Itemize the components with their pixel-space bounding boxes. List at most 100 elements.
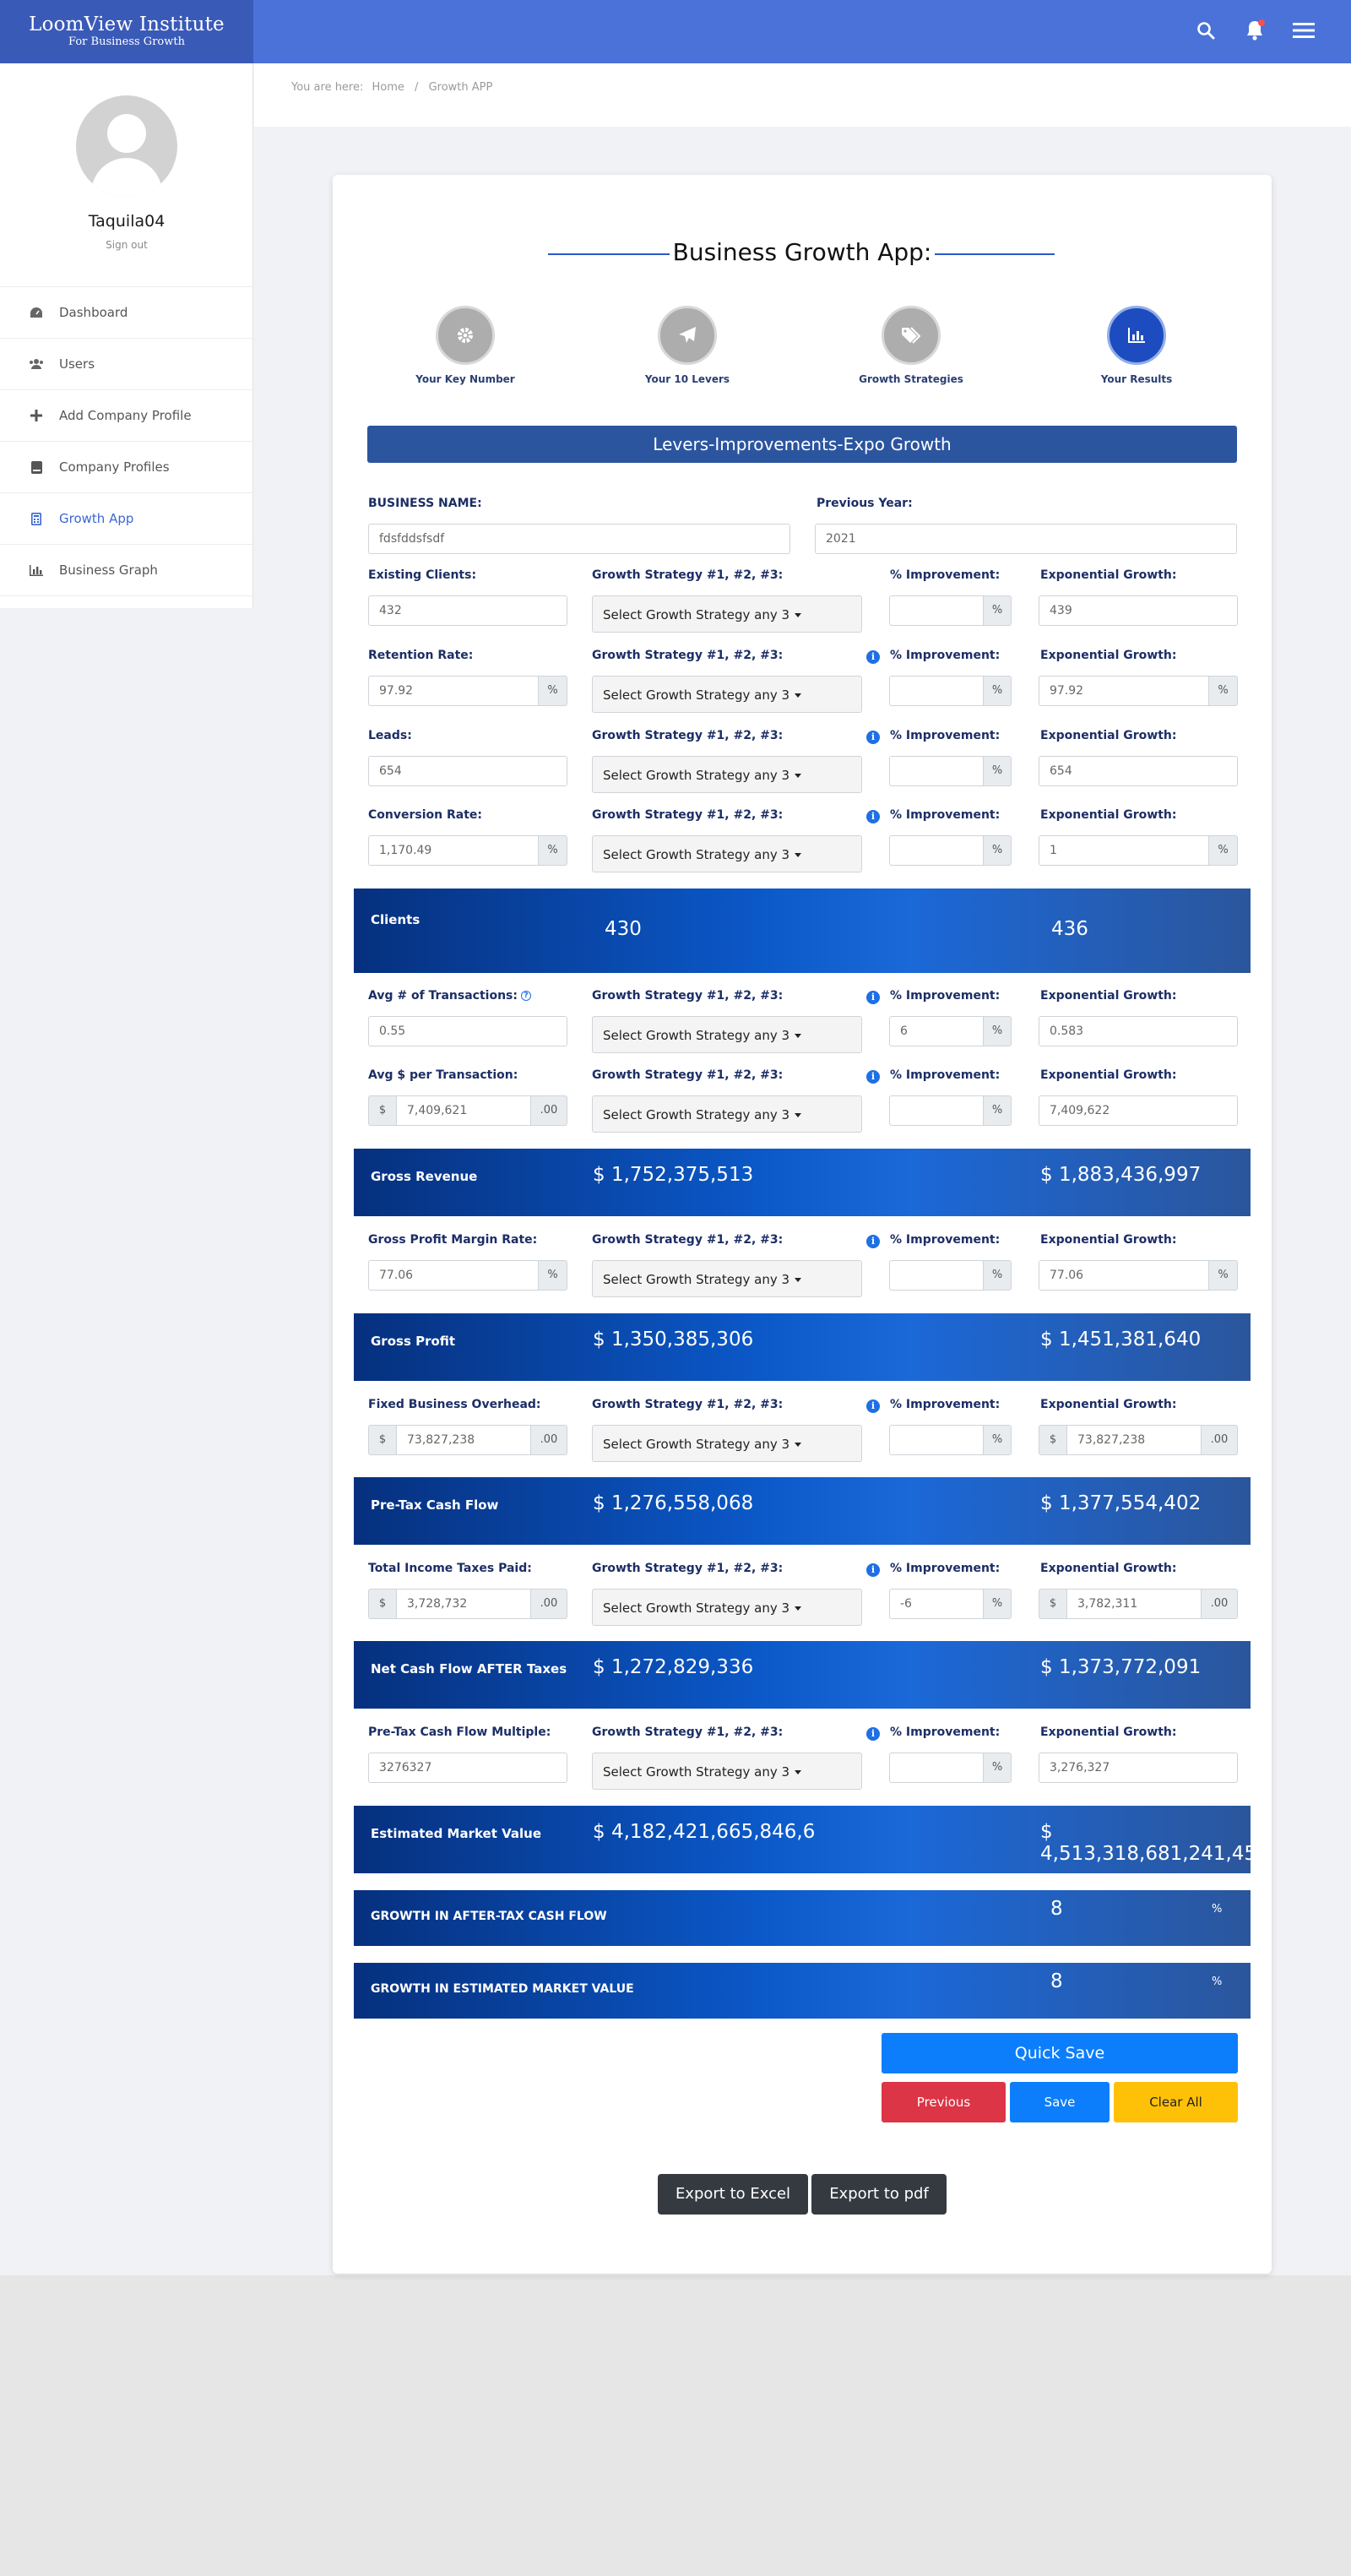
retention-rate-input[interactable]: 97.92 — [368, 676, 539, 706]
exponential-input[interactable]: 3,782,311 — [1066, 1589, 1202, 1619]
help-icon[interactable]: ? — [520, 991, 531, 1001]
info-icon[interactable]: i — [866, 810, 880, 823]
signout-link[interactable]: Sign out — [0, 239, 253, 251]
improvement-input[interactable] — [889, 1095, 984, 1126]
cents-addon: .00 — [530, 1425, 567, 1455]
sidebar-item-users[interactable]: Users — [0, 339, 253, 390]
step-key-number[interactable]: Your Key Number — [389, 306, 541, 385]
save-button[interactable]: Save — [1010, 2082, 1110, 2122]
improvement-input[interactable] — [889, 1260, 984, 1291]
strategy-label: Growth Strategy #1, #2, #3: — [592, 1562, 784, 1575]
conversion-rate-input[interactable]: 1,170.49 — [368, 835, 539, 866]
existing-clients-input[interactable]: 432 — [368, 595, 567, 626]
exponential-input[interactable]: 97.92 — [1039, 676, 1209, 706]
exponential-input[interactable]: 73,827,238 — [1066, 1425, 1202, 1455]
exponential-input[interactable]: 654 — [1039, 756, 1238, 786]
strategy-label: Growth Strategy #1, #2, #3: — [592, 568, 784, 582]
clear-all-button[interactable]: Clear All — [1114, 2082, 1238, 2122]
step-10-levers[interactable]: Your 10 Levers — [611, 306, 763, 385]
cashflow-multiple-input[interactable]: 3276327 — [368, 1753, 567, 1783]
fixed-overhead-input[interactable]: 73,827,238 — [396, 1425, 531, 1455]
band-label: Pre-Tax Cash Flow — [371, 1497, 499, 1513]
info-icon[interactable]: i — [866, 1727, 880, 1741]
strategy-select[interactable]: Select Growth Strategy any 3 — [592, 1260, 862, 1297]
step-label: Your Results — [1100, 373, 1173, 385]
band-value: 8 — [1050, 1970, 1063, 1992]
chevron-down-icon — [795, 613, 802, 617]
breadcrumb-home[interactable]: Home — [372, 81, 404, 94]
exponential-input[interactable]: 0.583 — [1039, 1016, 1238, 1046]
exponential-input[interactable]: 77.06 — [1039, 1260, 1209, 1291]
info-icon[interactable]: i — [866, 991, 880, 1004]
chart-icon — [1128, 328, 1145, 343]
strategy-select[interactable]: Select Growth Strategy any 3 — [592, 1425, 862, 1462]
improvement-input[interactable] — [889, 595, 984, 626]
avg-per-transaction-label: Avg $ per Transaction: — [368, 1068, 518, 1082]
business-name-label: BUSINESS NAME: — [368, 497, 482, 510]
chevron-down-icon — [795, 1034, 802, 1038]
bell-icon[interactable] — [1241, 17, 1268, 44]
net-cashflow-band: Net Cash Flow AFTER Taxes $ 1,272,829,33… — [354, 1641, 1251, 1709]
sidebar-item-label: Users — [59, 356, 95, 372]
improvement-input[interactable] — [889, 676, 984, 706]
exponential-input[interactable]: 439 — [1039, 595, 1238, 626]
step-growth-strategies[interactable]: Growth Strategies — [835, 306, 987, 385]
percent-addon: % — [1208, 676, 1238, 706]
step-your-results[interactable]: Your Results — [1061, 306, 1213, 385]
strategy-select[interactable]: Select Growth Strategy any 3 — [592, 1589, 862, 1626]
info-icon[interactable]: i — [866, 1235, 880, 1248]
improvement-input[interactable]: 6 — [889, 1016, 984, 1046]
sidebar-item-growth-app[interactable]: Growth App — [0, 493, 253, 545]
leads-input[interactable]: 654 — [368, 756, 567, 786]
strategy-select[interactable]: Select Growth Strategy any 3 — [592, 835, 862, 872]
improvement-input[interactable] — [889, 756, 984, 786]
sidebar-item-add-company[interactable]: Add Company Profile — [0, 390, 253, 442]
brand-tagline: For Business Growth — [68, 35, 185, 48]
strategy-select[interactable]: Select Growth Strategy any 3 — [592, 595, 862, 633]
retention-rate-label: Retention Rate: — [368, 649, 474, 662]
quick-save-button[interactable]: Quick Save — [882, 2033, 1238, 2073]
exponential-input[interactable]: 3,276,327 — [1039, 1753, 1238, 1783]
improvement-input[interactable]: -6 — [889, 1589, 984, 1619]
sidebar-item-dashboard[interactable]: Dashboard — [0, 287, 253, 339]
info-icon[interactable]: i — [866, 1070, 880, 1084]
export-excel-button[interactable]: Export to Excel — [658, 2174, 808, 2215]
info-icon[interactable]: i — [866, 1399, 880, 1413]
gross-margin-input[interactable]: 77.06 — [368, 1260, 539, 1291]
exponential-label: Exponential Growth: — [1040, 1233, 1177, 1247]
exponential-input[interactable]: 1 — [1039, 835, 1209, 866]
gross-profit-band: Gross Profit $ 1,350,385,306 $ 1,451,381… — [354, 1313, 1251, 1381]
avg-per-transaction-input[interactable]: 7,409,621 — [396, 1095, 531, 1126]
brand-name: LoomView Institute — [29, 14, 225, 35]
avg-transactions-input[interactable]: 0.55 — [368, 1016, 567, 1046]
menu-icon[interactable] — [1290, 17, 1317, 44]
sidebar-item-label: Growth App — [59, 511, 134, 526]
strategy-select[interactable]: Select Growth Strategy any 3 — [592, 1095, 862, 1133]
info-icon[interactable]: i — [866, 731, 880, 744]
avatar[interactable] — [76, 95, 177, 197]
chevron-down-icon — [795, 1113, 802, 1117]
strategy-select[interactable]: Select Growth Strategy any 3 — [592, 1753, 862, 1790]
improvement-input[interactable] — [889, 835, 984, 866]
band-current-value: $ 1,276,558,068 — [593, 1492, 754, 1514]
previous-year-input[interactable]: 2021 — [815, 524, 1237, 554]
brand-logo[interactable]: LoomView Institute For Business Growth — [0, 0, 253, 63]
exponential-input[interactable]: 7,409,622 — [1039, 1095, 1238, 1126]
improvement-input[interactable] — [889, 1753, 984, 1783]
previous-button[interactable]: Previous — [882, 2082, 1006, 2122]
business-name-input[interactable]: fdsfddsfsdf — [368, 524, 790, 554]
improvement-input[interactable] — [889, 1425, 984, 1455]
search-icon[interactable] — [1192, 17, 1219, 44]
sidebar-item-company-profiles[interactable]: Company Profiles — [0, 442, 253, 493]
info-icon[interactable]: i — [866, 1563, 880, 1577]
info-icon[interactable]: i — [866, 650, 880, 664]
exponential-label: Exponential Growth: — [1040, 1068, 1177, 1082]
strategy-select[interactable]: Select Growth Strategy any 3 — [592, 756, 862, 793]
strategy-select[interactable]: Select Growth Strategy any 3 — [592, 1016, 862, 1053]
strategy-select[interactable]: Select Growth Strategy any 3 — [592, 676, 862, 713]
band-current-value: $ 4,182,421,665,846,6 — [593, 1821, 816, 1843]
growth-market-band: GROWTH IN ESTIMATED MARKET VALUE 8 % — [354, 1963, 1251, 2019]
export-pdf-button[interactable]: Export to pdf — [811, 2174, 947, 2215]
income-taxes-input[interactable]: 3,728,732 — [396, 1589, 531, 1619]
sidebar-item-business-graph[interactable]: Business Graph — [0, 545, 253, 596]
